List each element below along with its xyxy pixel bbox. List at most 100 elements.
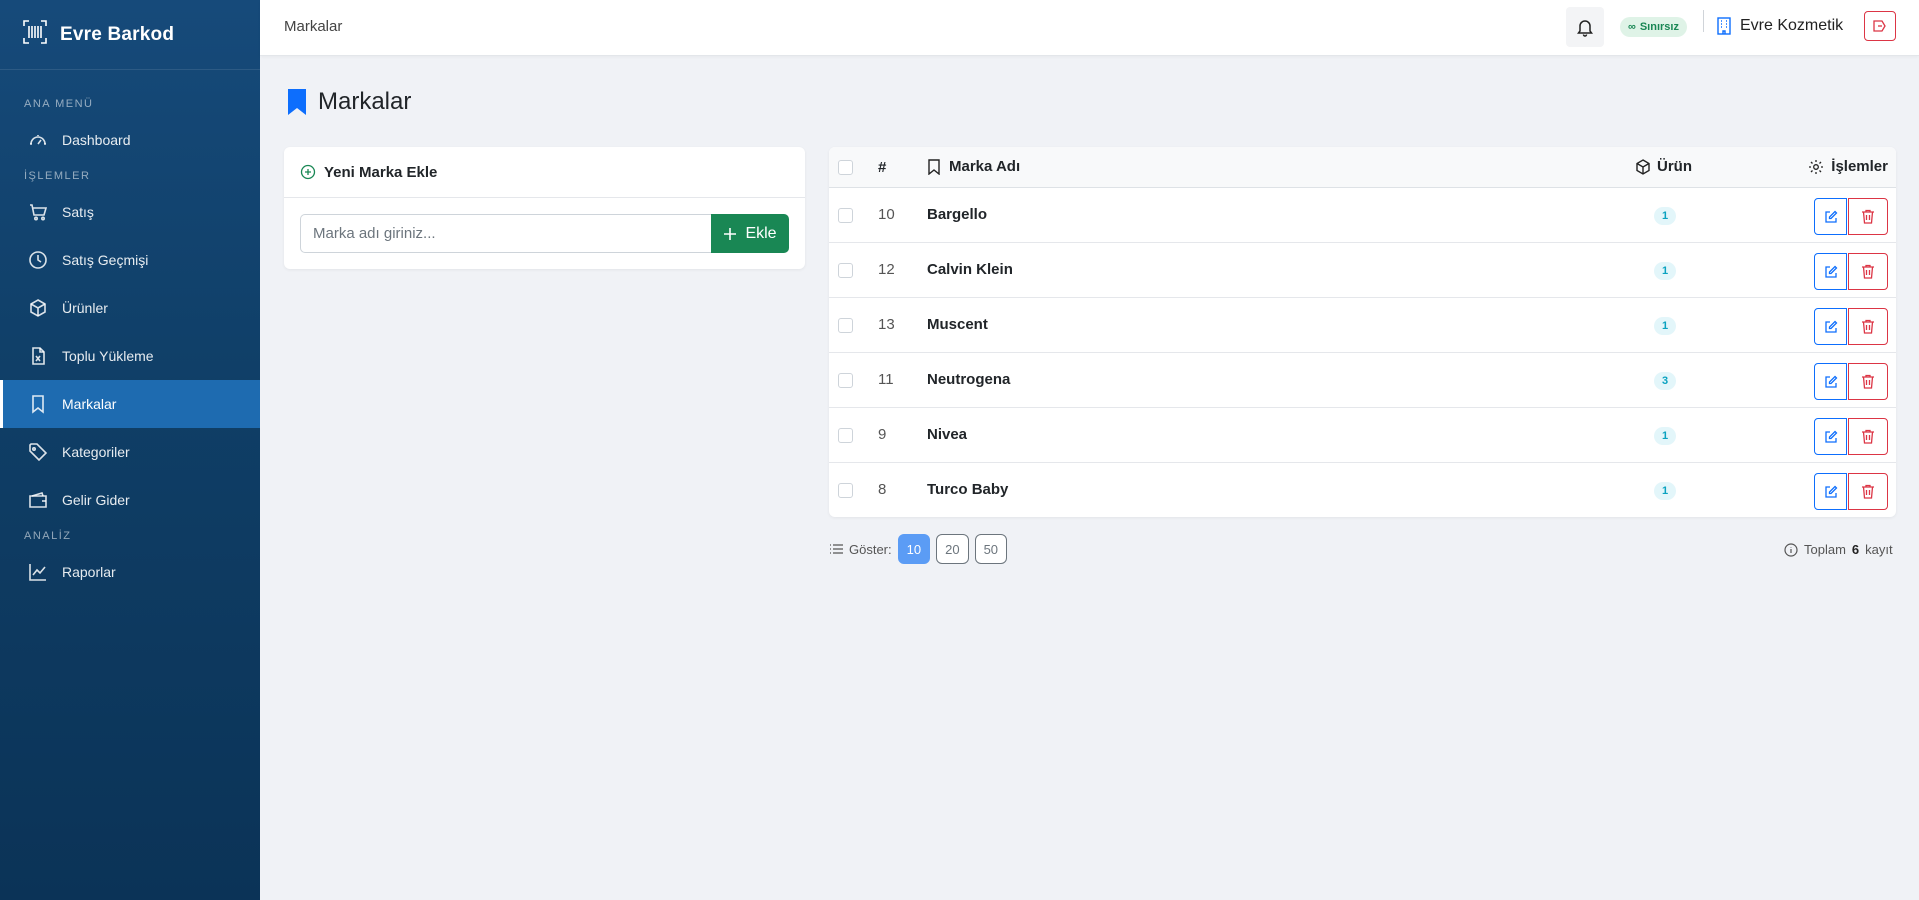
sidebar-item-toplu-yukleme[interactable]: Toplu Yükleme — [0, 332, 260, 380]
excel-file-icon — [32, 347, 45, 365]
brands-table: # Marka Adı Ürün İşlemler 10 Bargello 1 … — [829, 147, 1896, 517]
sidebar-item-gelir-gider[interactable]: Gelir Gider — [0, 476, 260, 524]
product-count-badge: 1 — [1654, 207, 1676, 225]
row-brand-name: Nivea — [927, 426, 968, 443]
edit-icon — [1824, 430, 1837, 443]
row-brand-name: Bargello — [927, 206, 988, 223]
total-prefix: Toplam — [1804, 542, 1846, 557]
trash-icon — [1862, 209, 1874, 224]
company-name: Evre Kozmetik — [1740, 17, 1844, 34]
list-icon — [830, 544, 843, 554]
chart-line-icon — [29, 564, 46, 581]
edit-icon — [1824, 265, 1837, 278]
sidebar-item-markalar[interactable]: Markalar — [0, 380, 260, 428]
sidebar-item-label: Satış — [62, 204, 94, 220]
row-brand-name: Calvin Klein — [927, 261, 1013, 278]
product-count-badge: 1 — [1654, 427, 1676, 445]
section-operations: İŞLEMLER — [24, 170, 91, 182]
cart-icon — [30, 204, 48, 221]
table-row: 10 Bargello 1 — [829, 188, 1896, 243]
row-checkbox[interactable] — [838, 318, 853, 333]
row-checkbox[interactable] — [838, 483, 853, 498]
page-size-selector: Göster: 10 20 50 — [829, 534, 1008, 564]
edit-icon — [1824, 375, 1837, 388]
product-count-badge: 1 — [1654, 262, 1676, 280]
sidebar-item-kategoriler[interactable]: Kategoriler — [0, 428, 260, 476]
select-all-checkbox[interactable] — [838, 160, 853, 175]
edit-icon — [1824, 320, 1837, 333]
row-checkbox[interactable] — [838, 208, 853, 223]
brand-name-input[interactable] — [300, 214, 711, 253]
page-size-10[interactable]: 10 — [897, 534, 931, 564]
infinity-icon: ∞ — [1628, 21, 1636, 33]
delete-button[interactable] — [1848, 418, 1888, 455]
edit-icon — [1824, 210, 1837, 223]
header-products[interactable]: Ürün — [1635, 158, 1692, 175]
edit-button[interactable] — [1814, 418, 1847, 455]
edit-button[interactable] — [1814, 253, 1847, 290]
add-brand-form: Ekle — [300, 214, 789, 253]
page-heading: Markalar — [286, 88, 411, 116]
notifications-button[interactable] — [1566, 7, 1604, 47]
delete-button[interactable] — [1848, 308, 1888, 345]
header-name-label: Marka Adı — [949, 158, 1021, 175]
delete-button[interactable] — [1848, 198, 1888, 235]
trash-icon — [1862, 374, 1874, 389]
section-analysis: ANALİZ — [24, 530, 72, 542]
row-id: 11 — [878, 371, 894, 388]
sidebar-item-raporlar[interactable]: Raporlar — [0, 548, 260, 596]
product-count-badge: 3 — [1654, 372, 1676, 390]
bookmark-icon — [928, 158, 940, 175]
bookmark-filled-icon — [288, 89, 306, 115]
sidebar-item-label: Toplu Yükleme — [62, 348, 154, 364]
sidebar-item-label: Dashboard — [62, 132, 131, 148]
plan-badge-label: Sınırsız — [1639, 21, 1679, 33]
row-id: 13 — [878, 316, 895, 333]
sidebar-item-label: Markalar — [62, 396, 117, 412]
add-brand-button[interactable]: Ekle — [711, 214, 789, 253]
sidebar-item-label: Satış Geçmişi — [62, 252, 149, 268]
row-checkbox[interactable] — [838, 373, 853, 388]
total-count: 6 — [1851, 542, 1860, 557]
delete-button[interactable] — [1848, 253, 1888, 290]
sidebar-item-dashboard[interactable]: Dashboard — [0, 116, 260, 164]
gear-icon — [1809, 159, 1824, 174]
row-id: 12 — [878, 261, 895, 278]
edit-button[interactable] — [1814, 198, 1847, 235]
sidebar: Evre Barkod ANA MENÜ Dashboard İŞLEMLER … — [0, 0, 260, 900]
product-count-badge: 1 — [1654, 317, 1676, 335]
plan-badge: ∞ Sınırsız — [1620, 17, 1687, 37]
sidebar-item-urunler[interactable]: Ürünler — [0, 284, 260, 332]
add-brand-title: Yeni Marka Ekle — [324, 163, 438, 181]
barcode-icon — [22, 19, 48, 50]
logout-button[interactable] — [1864, 11, 1896, 41]
header-name[interactable]: Marka Adı — [927, 158, 1020, 175]
header-num: # — [878, 159, 887, 176]
row-checkbox[interactable] — [838, 263, 853, 278]
add-brand-card: Yeni Marka Ekle Ekle — [284, 147, 805, 269]
trash-icon — [1862, 484, 1874, 499]
row-brand-name: Turco Baby — [927, 481, 1009, 498]
add-brand-button-label: Ekle — [745, 224, 777, 242]
bookmark-icon — [32, 395, 44, 414]
row-actions — [1814, 253, 1888, 290]
edit-button[interactable] — [1814, 308, 1847, 345]
sidebar-item-satis[interactable]: Satış — [0, 188, 260, 236]
table-row: 11 Neutrogena 3 — [829, 353, 1896, 408]
gauge-icon — [30, 135, 46, 145]
topbar-title: Markalar — [284, 18, 343, 35]
logout-icon — [1873, 20, 1886, 32]
page-size-20[interactable]: 20 — [936, 534, 969, 564]
page-size-50[interactable]: 50 — [974, 534, 1008, 564]
edit-button[interactable] — [1814, 473, 1847, 510]
total-suffix: kayıt — [1865, 542, 1893, 557]
wallet-icon — [29, 492, 47, 508]
row-checkbox[interactable] — [838, 428, 853, 443]
brand[interactable]: Evre Barkod — [0, 0, 260, 70]
company-selector[interactable]: Evre Kozmetik — [1716, 17, 1843, 35]
sidebar-item-label: Kategoriler — [62, 444, 130, 460]
delete-button[interactable] — [1848, 363, 1888, 400]
edit-button[interactable] — [1814, 363, 1847, 400]
sidebar-item-satis-gecmisi[interactable]: Satış Geçmişi — [0, 236, 260, 284]
delete-button[interactable] — [1848, 473, 1888, 510]
